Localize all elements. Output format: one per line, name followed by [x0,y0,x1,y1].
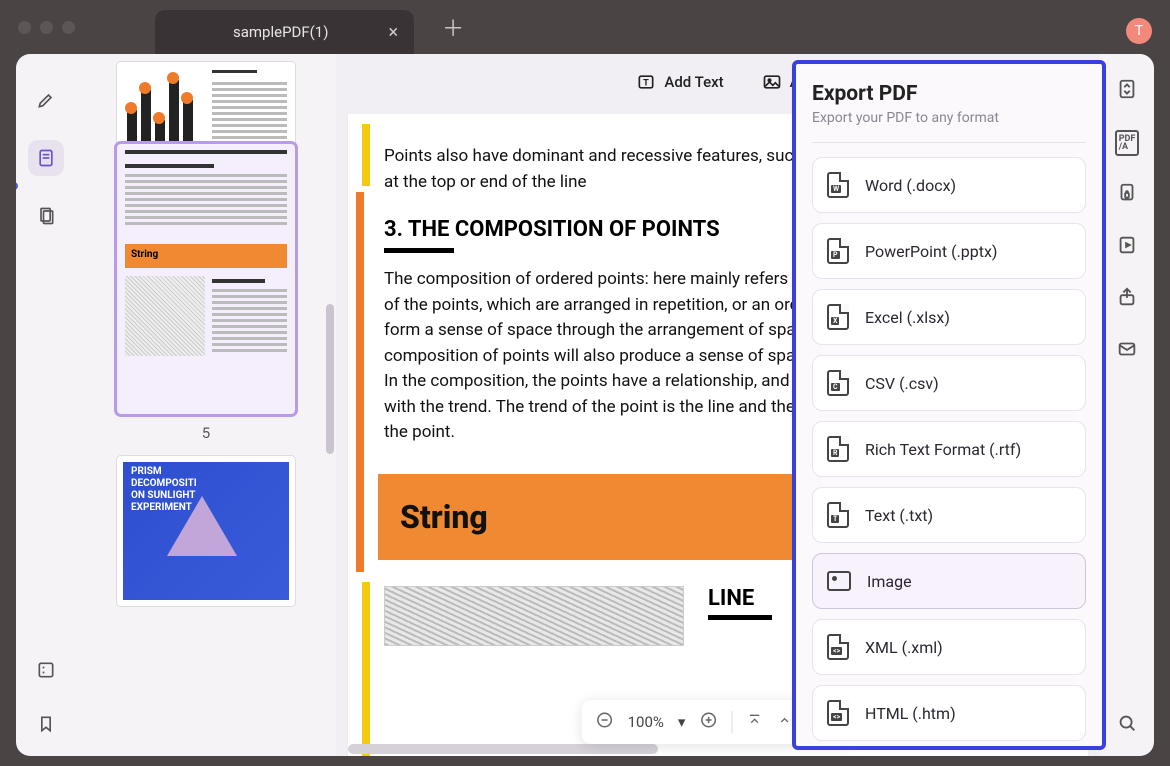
export-option-label: Image [867,572,912,591]
titlebar: samplePDF(1) × ＋ T [0,0,1170,54]
thumbnail-5[interactable]: String 5 [76,144,336,442]
export-option-csv-csv[interactable]: C CSV (.csv) [812,355,1086,411]
export-option-label: Text (.txt) [865,506,933,525]
close-window[interactable] [18,21,31,34]
zoom-out-button[interactable] [596,711,614,733]
export-option-label: Word (.docx) [865,176,956,195]
heading-underline [708,615,772,620]
divider [812,142,1086,143]
zoom-in-button[interactable] [699,711,717,733]
image-icon [827,571,851,591]
file-icon: R [827,436,849,462]
left-toolbar [16,54,76,756]
indicator-dot [16,182,18,190]
export-option-text-txt[interactable]: T Text (.txt) [812,487,1086,543]
file-icon: <> [827,634,849,660]
export-pdf-panel: Export PDF Export your PDF to any format… [792,60,1106,750]
user-avatar[interactable]: T [1126,18,1152,44]
right-toolbar: PDF/A [1100,54,1154,756]
minimize-window[interactable] [40,21,53,34]
pdfa-icon[interactable]: PDF/A [1115,130,1140,156]
add-text-button[interactable]: T Add Text [636,72,723,92]
export-option-rich-text-format-rtf[interactable]: R Rich Text Format (.rtf) [812,421,1086,477]
export-option-label: XML (.xml) [865,638,943,657]
margin-marker [356,192,364,572]
share-icon[interactable] [1116,286,1138,312]
file-icon: P [827,238,849,264]
maximize-window[interactable] [62,21,75,34]
bookmark-tool[interactable] [28,706,64,742]
file-icon: W [827,172,849,198]
export-option-word-docx[interactable]: W Word (.docx) [812,157,1086,213]
zoom-dropdown-icon[interactable]: ▾ [678,713,686,731]
horizontal-scrollbar[interactable] [348,744,658,754]
thumbnail-6[interactable]: PRISM DECOMPOSITI ON SUNLIGHT EXPERIMENT [76,456,336,606]
thumbnails-panel-toggle[interactable] [28,140,64,176]
tab-title: samplePDF(1) [233,23,328,41]
file-icon: <> [827,700,849,726]
search-icon[interactable] [1116,712,1138,738]
file-icon: C [827,370,849,396]
scrollbar-thumb[interactable] [326,304,334,454]
export-option-image[interactable]: Image [812,553,1086,609]
convert-icon[interactable] [1116,78,1138,104]
app-window: 4 String 5 PRISM DECOMPOSITI [16,54,1154,756]
form-tool[interactable] [28,652,64,688]
first-page-button[interactable] [746,712,762,732]
export-option-xml-xml[interactable]: <> XML (.xml) [812,619,1086,675]
export-option-label: Excel (.xlsx) [865,308,950,327]
lock-file-icon[interactable] [1116,182,1138,208]
new-tab-button[interactable]: ＋ [442,11,464,43]
thumb-number: 5 [202,424,210,442]
export-subtitle: Export your PDF to any format [812,110,1086,126]
export-option-label: Rich Text Format (.rtf) [865,440,1021,459]
export-option-label: PowerPoint (.pptx) [865,242,998,261]
prev-page-button[interactable] [776,712,792,732]
file-icon: X [827,304,849,330]
window-controls [18,21,75,34]
close-tab-icon[interactable]: × [388,22,398,43]
export-title: Export PDF [812,82,1086,106]
illustration-image [384,586,684,646]
file-icon: T [827,502,849,528]
heading-underline [384,248,454,253]
pages-tool[interactable] [28,198,64,234]
margin-marker [362,582,370,756]
export-option-label: CSV (.csv) [865,374,939,393]
export-option-label: HTML (.htm) [865,704,956,723]
export-option-excel-xlsx[interactable]: X Excel (.xlsx) [812,289,1086,345]
export-option-powerpoint-pptx[interactable]: P PowerPoint (.pptx) [812,223,1086,279]
document-tab[interactable]: samplePDF(1) × [155,10,414,54]
export-option-html-htm[interactable]: <> HTML (.htm) [812,685,1086,741]
zoom-level[interactable]: 100% [628,713,664,731]
margin-marker [362,124,370,186]
svg-text:T: T [644,78,650,88]
thumbnail-panel: 4 String 5 PRISM DECOMPOSITI [76,54,336,756]
mail-icon[interactable] [1116,338,1138,364]
highlighter-tool[interactable] [28,82,64,118]
play-file-icon[interactable] [1116,234,1138,260]
